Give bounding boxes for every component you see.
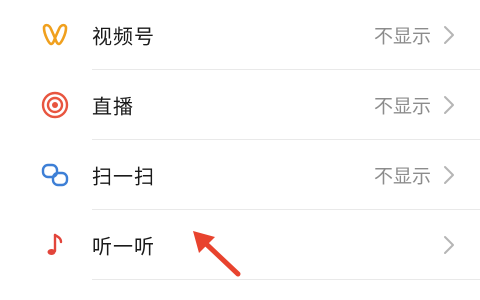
settings-row-label: 直播 bbox=[92, 94, 134, 119]
settings-row-status: 不显示 bbox=[373, 165, 431, 188]
chevron-right-icon bbox=[442, 234, 456, 256]
channels-icon bbox=[40, 20, 70, 50]
chevron-right-icon bbox=[442, 24, 456, 46]
chevron-right-icon bbox=[442, 94, 456, 116]
chevron-right-icon bbox=[442, 164, 456, 186]
settings-list: 视频号 不显示 直播 不显示 扫一扫 不显示 听一听 bbox=[0, 0, 480, 300]
settings-row-status: 不显示 bbox=[373, 95, 431, 118]
settings-row-status: 不显示 bbox=[373, 25, 431, 48]
settings-row-label: 扫一扫 bbox=[92, 164, 155, 189]
live-icon bbox=[40, 90, 70, 120]
annotation-arrow-icon bbox=[188, 226, 248, 284]
music-note-icon bbox=[40, 230, 70, 260]
settings-row-scan[interactable]: 扫一扫 不显示 bbox=[0, 140, 480, 210]
scan-icon bbox=[40, 160, 70, 190]
settings-row-live[interactable]: 直播 不显示 bbox=[0, 70, 480, 140]
settings-row-channels[interactable]: 视频号 不显示 bbox=[0, 0, 480, 70]
divider bbox=[92, 279, 480, 280]
settings-row-label: 视频号 bbox=[92, 24, 155, 49]
settings-row-label: 听一听 bbox=[92, 234, 155, 259]
